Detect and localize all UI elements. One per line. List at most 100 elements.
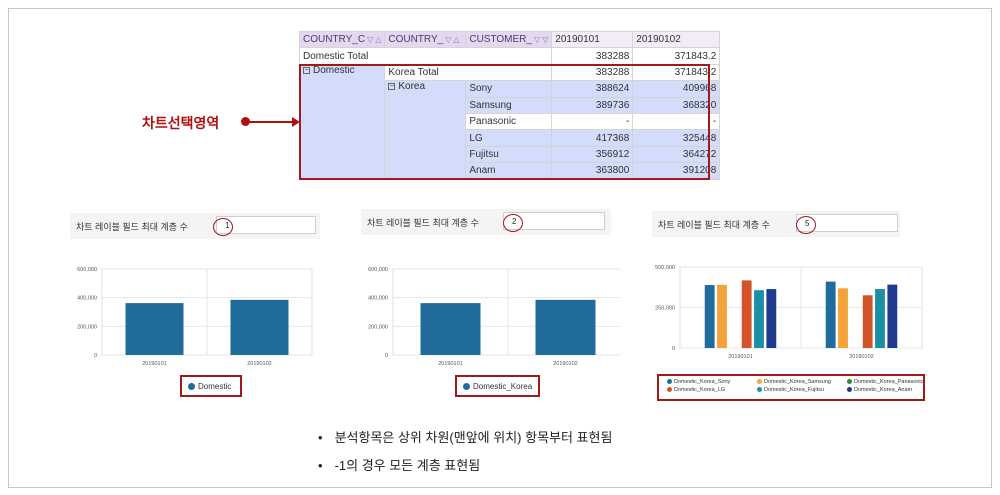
chart-3-legend: Domestic_Korea_Sony Domestic_Korea_Samsun…	[657, 374, 925, 401]
sort-icon[interactable]: ▽	[542, 35, 548, 44]
legend-item[interactable]: Domestic_Korea_Anam	[847, 387, 912, 393]
domestic-total-label: Domestic Total	[298, 47, 553, 65]
chart-selection-area-label: 차트선택영역	[142, 115, 220, 131]
y-tick-label: 600,000	[77, 267, 97, 273]
domestic-group-cell[interactable]: − Domestic	[298, 63, 386, 180]
header-country-code[interactable]: COUNTRY_C ▽ △	[298, 30, 386, 49]
x-tick-label: 20190102	[553, 361, 577, 367]
y-tick-label: 200,000	[368, 324, 388, 330]
pivot-table: COUNTRY_C ▽ △ COUNTRY_ ▽ △ CUSTOMER_ ▽ ▽ 20190…	[298, 30, 721, 180]
korea-total-label: Korea Total	[384, 63, 553, 82]
cell-value: 371843.2	[632, 47, 721, 65]
legend-item[interactable]: Domestic_Korea_Fujitsu	[757, 387, 824, 393]
legend-dot-icon	[188, 383, 195, 391]
cell-value: 325448	[632, 129, 721, 147]
bar	[535, 299, 596, 355]
legend-label: Domestic_Korea_Sony	[674, 379, 731, 385]
legend-item[interactable]: Domestic_Korea_Panasonic	[847, 379, 923, 385]
bar	[875, 288, 885, 348]
cell-value: 388624	[551, 80, 634, 98]
highlight-circle	[796, 216, 816, 234]
customer-cell: LG	[465, 129, 553, 147]
highlight-circle	[503, 214, 523, 232]
x-tick-label: 20190101	[728, 354, 752, 360]
header-date-2[interactable]: 20190102	[632, 30, 721, 49]
sort-icon[interactable]: △	[375, 35, 381, 44]
legend-item[interactable]: Domestic_Korea_LG	[667, 387, 725, 393]
arrow-line	[246, 121, 294, 123]
y-tick-label: 250,000	[655, 306, 675, 312]
setting-row-2: 차트 레이블 필드 최대 계층 수 2	[361, 209, 611, 235]
legend-item[interactable]: Domestic_Korea_Sony	[667, 379, 730, 385]
header-customer[interactable]: CUSTOMER_ ▽ ▽	[465, 30, 553, 49]
y-tick-label: 0	[385, 353, 388, 359]
chart-1-legend: Domestic	[180, 375, 242, 397]
header-country[interactable]: COUNTRY_ ▽ △	[384, 30, 467, 49]
collapse-icon[interactable]: −	[388, 83, 396, 91]
customer-cell: Anam	[465, 162, 553, 180]
x-tick-label: 20190101	[438, 361, 462, 367]
cell-value: 391208	[632, 162, 721, 180]
bar	[766, 289, 777, 348]
cell-value: -	[632, 112, 721, 131]
legend-item[interactable]: Domestic	[188, 382, 231, 391]
pivot-header-row: COUNTRY_C ▽ △ COUNTRY_ ▽ △ CUSTOMER_ ▽ ▽ 20190…	[298, 30, 721, 49]
customer-cell: Sony	[465, 80, 553, 98]
customer-cell: Panasonic	[465, 112, 553, 131]
bar	[420, 303, 481, 355]
chart-1: 0 200,000 400,000 600,000 20190101 20190102	[77, 267, 313, 367]
x-tick-label: 20190102	[247, 361, 271, 367]
cell-value: 364272	[632, 145, 721, 164]
bar	[741, 280, 752, 348]
cell-value: 363800	[551, 162, 634, 180]
customer-cell: Fujitsu	[465, 145, 553, 164]
y-tick-label: 600,000	[368, 267, 388, 273]
sort-icon[interactable]: △	[453, 35, 459, 44]
customer-cell: Samsung	[465, 96, 553, 114]
legend-label: Domestic_Korea_Fujitsu	[764, 387, 824, 393]
header-date-1[interactable]: 20190101	[551, 30, 634, 49]
legend-label: Domestic_Korea_LG	[674, 387, 726, 393]
korea-group-cell[interactable]: − Korea	[384, 80, 467, 180]
bar	[754, 290, 764, 348]
y-tick-label: 400,000	[368, 296, 388, 302]
bar	[717, 284, 727, 348]
filter-icon[interactable]: ▽	[445, 35, 451, 44]
table-row: − Domestic Korea Total 383288 371843.2	[298, 63, 721, 180]
cell-value: 368320	[632, 96, 721, 114]
setting-row-3: 차트 레이블 필드 최대 계층 수 5	[652, 211, 900, 237]
setting-label: 차트 레이블 필드 최대 계층 수	[658, 220, 770, 230]
bar	[838, 288, 848, 348]
cell-value: 371843.2	[632, 63, 721, 82]
setting-label: 차트 레이블 필드 최대 계층 수	[76, 222, 188, 232]
y-tick-label: 0	[672, 346, 675, 352]
y-tick-label: 400,000	[77, 296, 97, 302]
legend-label: Domestic_Korea_Panasonic	[854, 379, 924, 385]
legend-dot-icon	[757, 387, 762, 393]
cell-value: 383288	[551, 63, 634, 82]
cell-value: 389736	[551, 96, 634, 114]
cell-value: 417368	[551, 129, 634, 147]
y-tick-label: 500,000	[655, 265, 675, 271]
legend-dot-icon	[847, 379, 852, 385]
legend-item[interactable]: Domestic_Korea	[463, 382, 532, 391]
table-row: Domestic Total 383288 371843.2	[298, 47, 721, 65]
bar	[125, 303, 184, 355]
cell-value: 356912	[551, 145, 634, 164]
legend-item[interactable]: Domestic_Korea_Samsung	[757, 379, 831, 385]
cell-value: -	[551, 112, 634, 131]
filter-icon[interactable]: ▽	[534, 35, 540, 44]
legend-dot-icon	[757, 379, 762, 385]
cell-value: 409968	[632, 80, 721, 98]
collapse-icon[interactable]: −	[303, 66, 310, 74]
x-tick-label: 20190102	[849, 354, 873, 360]
legend-dot-icon	[847, 387, 852, 393]
notes-list: 분석항목은 상위 차원(맨앞에 위치) 항목부터 표현됨 -1의 경우 모든 계…	[318, 427, 613, 483]
bar	[230, 299, 289, 355]
bar	[704, 285, 715, 348]
legend-dot-icon	[463, 383, 470, 391]
legend-label: Domestic_Korea_Samsung	[764, 379, 831, 385]
note-item: -1의 경우 모든 계층 표현됨	[318, 455, 612, 474]
filter-icon[interactable]: ▽	[367, 35, 373, 44]
note-item: 분석항목은 상위 차원(맨앞에 위치) 항목부터 표현됨	[318, 427, 613, 446]
